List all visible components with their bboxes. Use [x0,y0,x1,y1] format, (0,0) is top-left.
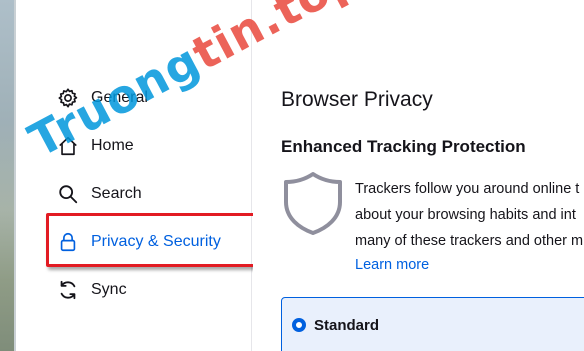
section-title: Enhanced Tracking Protection [281,137,526,156]
sync-icon [56,278,80,302]
sidebar-item-label: Home [91,137,134,154]
search-icon [56,182,80,206]
description-line: about your browsing habits and int [355,207,576,223]
standard-radio-button[interactable] [292,318,306,332]
sidebar-item-home[interactable]: Home [56,133,134,159]
gear-icon [56,86,80,110]
standard-label: Standard [314,317,380,334]
sidebar-item-general[interactable]: General [56,85,148,111]
sidebar-item-label: General [91,89,148,106]
standard-protection-option[interactable]: Standard [281,297,584,351]
home-icon [56,134,80,158]
description-line: many of these trackers and other m [355,233,584,249]
tracking-description: Trackers follow you around online t abou… [355,176,584,254]
description-line: Trackers follow you around online t [355,181,580,197]
sidebar-item-sync[interactable]: Sync [56,277,127,303]
shield-icon [284,172,342,235]
privacy-settings-panel: Browser Privacy Enhanced Tracking Protec… [253,0,584,351]
annotation-highlight-box [46,213,260,267]
page-title: Browser Privacy [281,88,433,111]
sidebar-item-label: Sync [91,281,127,298]
background-image-strip [0,0,16,351]
learn-more-link[interactable]: Learn more [355,257,429,273]
sidebar-item-search[interactable]: Search [56,181,142,207]
settings-sidebar: General Home Search Privacy & Security S… [16,0,260,351]
sidebar-item-label: Search [91,185,142,202]
